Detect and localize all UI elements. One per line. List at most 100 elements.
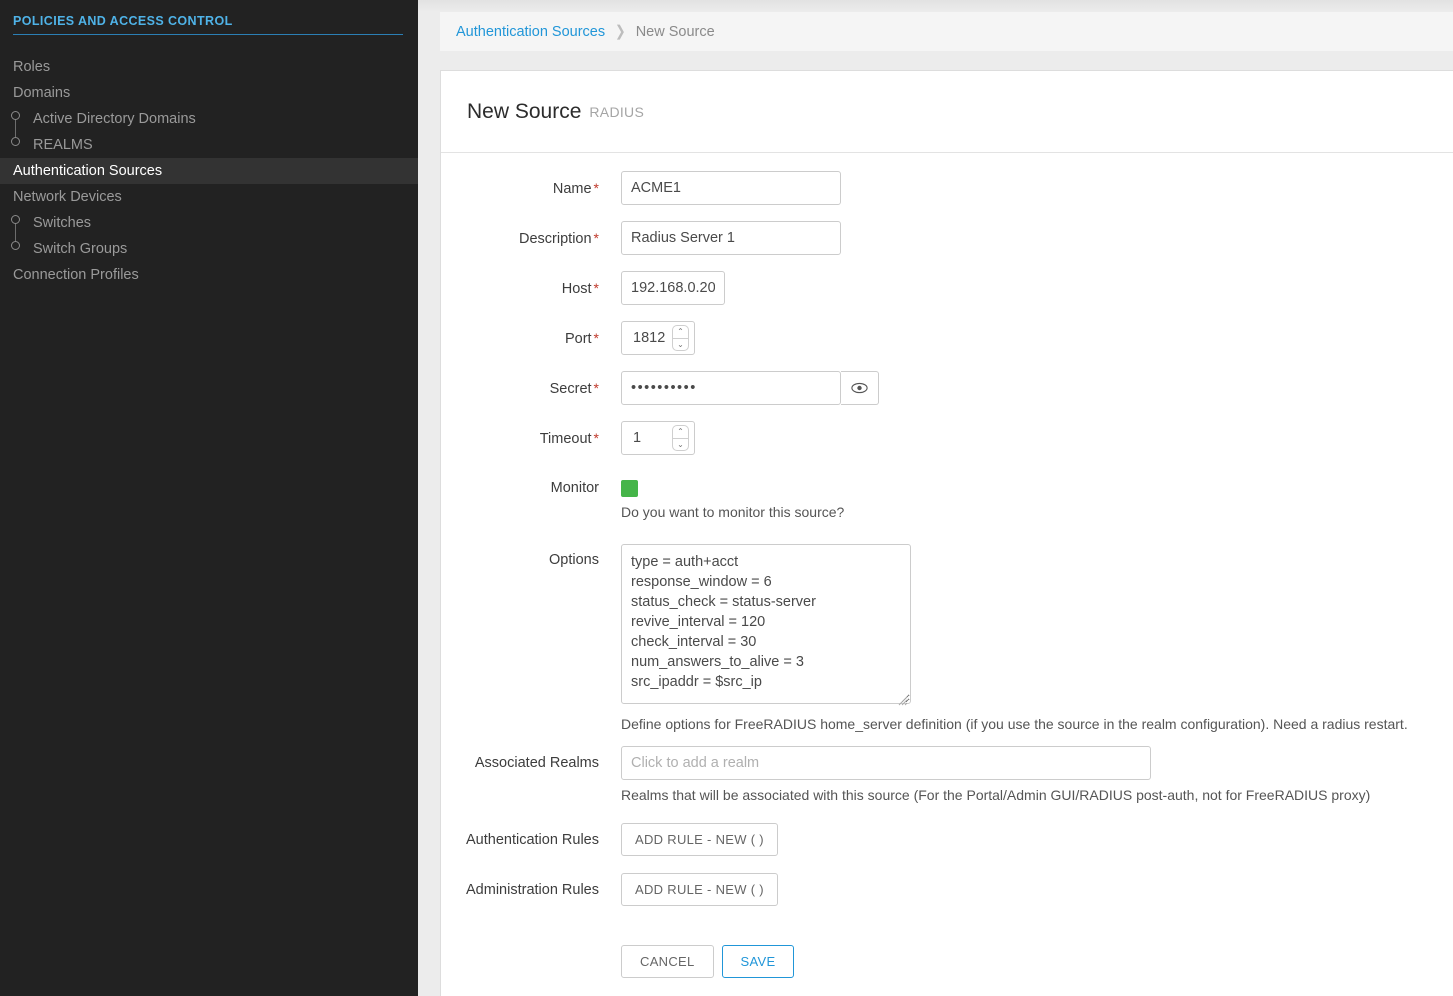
label-text: Description: [519, 231, 592, 247]
port-input[interactable]: [631, 329, 672, 347]
label-text: Monitor: [550, 480, 599, 496]
required-marker: *: [593, 230, 599, 246]
monitor-toggle[interactable]: [621, 480, 638, 497]
field-row-port: Port* ⌃ ⌄: [441, 321, 1453, 356]
label-text: Options: [549, 551, 599, 568]
label-name: Name *: [441, 171, 621, 206]
label-host: Host *: [441, 271, 621, 306]
sidebar-item-label: Connection Profiles: [13, 267, 139, 283]
sidebar-tree-group-network-devices: Switches Switch Groups: [0, 210, 418, 262]
required-marker: *: [593, 280, 599, 296]
options-help-text: Define options for FreeRADIUS home_serve…: [621, 715, 1408, 732]
label-text: Port: [564, 331, 592, 347]
field-row-host: Host *: [441, 271, 1453, 306]
field-row-description: Description *: [441, 221, 1453, 256]
sidebar-item-connection-profiles[interactable]: Connection Profiles: [0, 262, 418, 288]
port-stepper[interactable]: ⌃ ⌄: [621, 321, 695, 355]
control-administration-rules: ADD RULE - NEW ( ): [621, 872, 778, 906]
timeout-input[interactable]: [631, 429, 672, 447]
control-port: ⌃ ⌄: [621, 321, 695, 355]
label-monitor: Monitor: [441, 471, 621, 505]
required-marker: *: [593, 330, 599, 346]
page-subtitle: RADIUS: [589, 103, 645, 120]
sidebar-item-label: Roles: [13, 59, 51, 75]
field-row-administration-rules: Administration Rules ADD RULE - NEW ( ): [441, 872, 1453, 907]
secret-input[interactable]: [621, 371, 841, 405]
name-input[interactable]: [621, 171, 841, 205]
associated-realms-help-text: Realms that will be associated with this…: [621, 786, 1371, 803]
eye-icon[interactable]: [841, 371, 879, 405]
field-row-secret: Secret *: [441, 371, 1453, 406]
main-content: Authentication Sources ❯ New Source New …: [418, 0, 1453, 996]
control-options: type = auth+acct response_window = 6 sta…: [621, 543, 1431, 734]
sidebar-section-title: POLICIES AND ACCESS CONTROL: [13, 14, 403, 35]
control-monitor: Do you want to monitor this source?: [621, 471, 844, 522]
sidebar-item-label: Switches: [33, 215, 92, 231]
control-host: [621, 271, 725, 305]
sidebar: POLICIES AND ACCESS CONTROL Roles Domain…: [0, 0, 418, 996]
card-header: New Source RADIUS: [441, 71, 1453, 153]
control-name: [621, 171, 841, 205]
sidebar-item-authentication-sources[interactable]: Authentication Sources: [0, 158, 418, 184]
form-actions: CANCEL SAVE: [621, 944, 795, 978]
sidebar-item-switches[interactable]: Switches: [0, 210, 418, 236]
label-description: Description *: [441, 221, 621, 256]
control-description: [621, 221, 841, 255]
host-input[interactable]: [621, 271, 725, 305]
label-text: Administration Rules: [466, 881, 599, 898]
top-gradient: [418, 0, 1453, 12]
label-text: Associated Realms: [474, 754, 599, 771]
add-administration-rule-button[interactable]: ADD RULE - NEW ( ): [621, 872, 778, 906]
label-options: Options: [441, 544, 621, 570]
sidebar-item-switch-groups[interactable]: Switch Groups: [0, 236, 418, 262]
description-input[interactable]: [621, 221, 841, 255]
options-textarea[interactable]: type = auth+acct response_window = 6 sta…: [621, 543, 911, 704]
cancel-button[interactable]: CANCEL: [621, 944, 714, 978]
sidebar-item-roles[interactable]: Roles: [0, 54, 418, 80]
timeout-spin-buttons: ⌃ ⌄: [672, 425, 689, 451]
monitor-help-text: Do you want to monitor this source?: [621, 504, 845, 520]
chevron-up-icon[interactable]: ⌃: [672, 325, 689, 338]
sidebar-tree-group-domains: Active Directory Domains REALMS: [0, 106, 418, 158]
sidebar-item-label: Domains: [13, 85, 71, 101]
breadcrumb: Authentication Sources ❯ New Source: [440, 12, 1453, 51]
breadcrumb-link-authentication-sources[interactable]: Authentication Sources: [456, 24, 605, 40]
save-button[interactable]: SAVE: [721, 944, 795, 978]
label-port: Port *: [441, 321, 621, 356]
chevron-down-icon[interactable]: ⌄: [672, 338, 689, 351]
field-row-authentication-rules: Authentication Rules ADD RULE - NEW ( ): [441, 822, 1453, 857]
sidebar-item-realms[interactable]: REALMS: [0, 132, 418, 158]
chevron-up-icon[interactable]: ⌃: [672, 425, 689, 438]
port-spin-buttons: ⌃ ⌄: [672, 325, 689, 351]
label-timeout: Timeout *: [441, 421, 621, 456]
label-secret: Secret *: [441, 371, 621, 406]
required-marker: *: [593, 430, 599, 446]
new-source-card: New Source RADIUS Name* Description*: [440, 70, 1453, 996]
label-text: Authentication Rules: [466, 831, 599, 848]
field-row-name: Name *: [441, 171, 1453, 206]
sidebar-item-network-devices[interactable]: Network Devices: [0, 184, 418, 210]
associated-realms-input[interactable]: [621, 745, 1151, 780]
sidebar-item-active-directory-domains[interactable]: Active Directory Domains: [0, 106, 418, 132]
label-authentication-rules: Authentication Rules: [441, 823, 621, 857]
label-associated-realms: Associated Realms: [441, 746, 621, 780]
sidebar-item-label: REALMS: [33, 137, 93, 153]
sidebar-item-domains[interactable]: Domains: [0, 80, 418, 106]
form: Name* Description*: [441, 153, 1453, 978]
field-row-actions: CANCEL SAVE: [441, 907, 1453, 978]
control-authentication-rules: ADD RULE - NEW ( ): [621, 822, 778, 856]
label-text: Secret: [549, 381, 592, 397]
timeout-stepper[interactable]: ⌃ ⌄: [621, 421, 695, 455]
control-secret: [621, 371, 879, 405]
sidebar-item-label: Authentication Sources: [13, 163, 163, 179]
add-authentication-rule-button[interactable]: ADD RULE - NEW ( ): [621, 822, 778, 856]
breadcrumb-current: New Source: [635, 23, 715, 40]
label-text: Name: [552, 181, 592, 197]
label-text: Host: [561, 281, 592, 297]
chevron-down-icon[interactable]: ⌄: [672, 438, 689, 451]
app-root: POLICIES AND ACCESS CONTROL Roles Domain…: [0, 0, 1453, 996]
required-marker: *: [593, 180, 599, 196]
label-text: Timeout: [539, 431, 592, 447]
options-textarea-wrapper: type = auth+acct response_window = 6 sta…: [621, 543, 911, 709]
page-title: New Source: [467, 99, 582, 123]
